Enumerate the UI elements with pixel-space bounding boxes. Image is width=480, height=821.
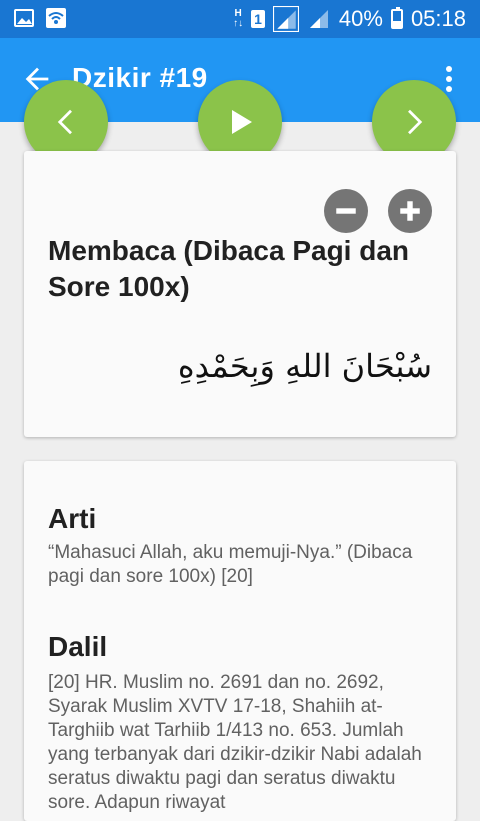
minus-circle-icon (336, 208, 356, 214)
sim-indicator: 1 (251, 10, 265, 28)
more-vert-icon[interactable] (444, 66, 454, 94)
dalil-title: Dalil (48, 631, 108, 662)
signal-icon-2 (309, 10, 328, 28)
battery-icon (390, 7, 403, 29)
detail-card: Arti “Mahasuci Allah, aku memuji-Nya.” (… (24, 461, 456, 821)
play-icon (232, 110, 252, 134)
gallery-icon (14, 9, 34, 27)
arti-text: “Mahasuci Allah, aku memuji-Nya.” (Dibac… (48, 542, 413, 587)
zoom-out-button[interactable] (324, 189, 368, 233)
chevron-right-icon (408, 109, 423, 135)
dzikir-card: Membaca (Dibaca Pagi dan Sore 100x) سُبْ… (24, 151, 456, 437)
plus-circle-icon (400, 201, 420, 221)
network-type-badge: H ↑↓ (233, 8, 244, 29)
zoom-in-button[interactable] (388, 189, 432, 233)
status-bar: H ↑↓ 1 40% 05:18 (0, 0, 480, 38)
signal-icon-1 (272, 6, 299, 32)
dalil-text: [20] HR. Muslim no. 2691 dan no. 2692, S… (48, 672, 422, 813)
dzikir-heading: Membaca (Dibaca Pagi dan Sore 100x) (48, 235, 410, 302)
wifi-icon (46, 8, 66, 28)
clock: 05:18 (410, 6, 466, 31)
chevron-left-icon (57, 109, 72, 135)
arabic-text: سُبْحَانَ اللهِ وَبِحَمْدِهِ (177, 347, 432, 385)
arti-title: Arti (48, 503, 97, 534)
battery-percent: 40% (338, 6, 383, 31)
